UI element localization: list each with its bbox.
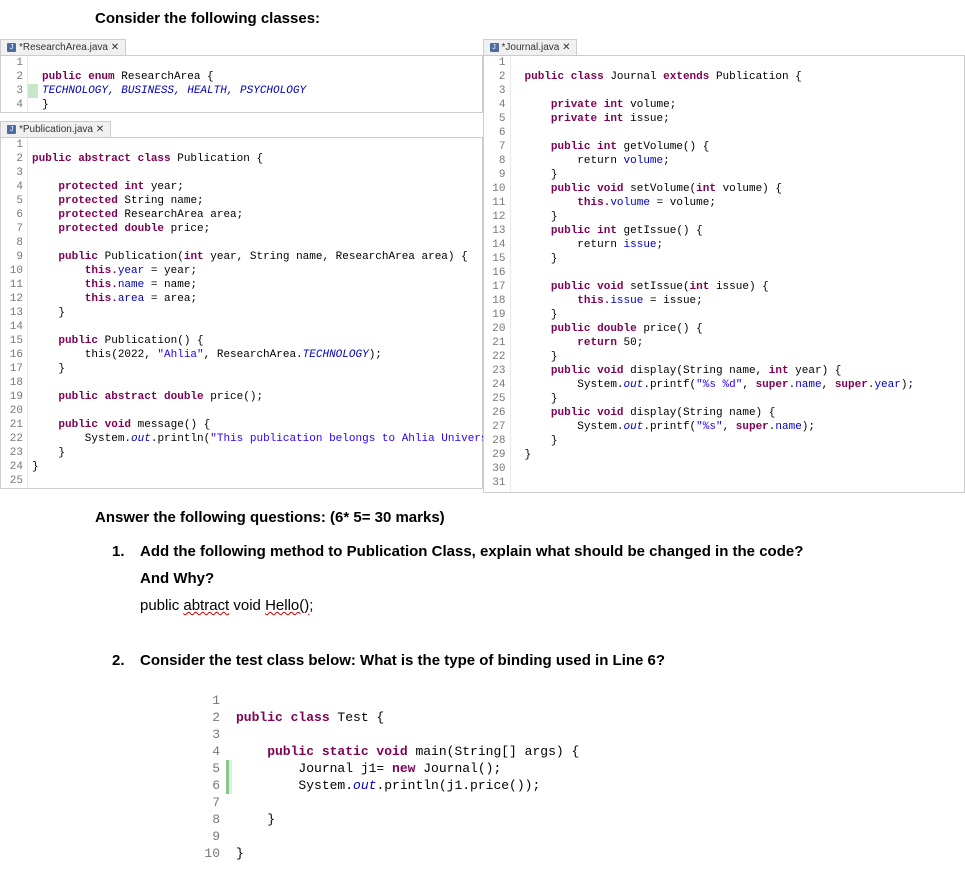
editor-publication[interactable]: 1234567891011121314151617181920212223242… — [0, 137, 483, 489]
tab-publication[interactable]: J*Publication.java ✕ — [0, 121, 111, 137]
tab-label: *Journal.java — [502, 42, 560, 53]
tab-journal[interactable]: J*Journal.java ✕ — [483, 39, 578, 55]
tab-researcharea[interactable]: J*ResearchArea.java ✕ — [0, 39, 126, 55]
test-code-snippet: 12345678910 public class Test { public s… — [200, 692, 915, 862]
java-file-icon: J — [7, 125, 16, 134]
tab-label: *Publication.java — [19, 124, 93, 135]
question-list: 1.Add the following method to Publicatio… — [0, 538, 965, 862]
question-1: 1.Add the following method to Publicatio… — [140, 538, 915, 619]
editor-journal[interactable]: 1234567891011121314151617181920212223242… — [483, 55, 965, 493]
tab-label: *ResearchArea.java — [19, 42, 108, 53]
page-heading: Consider the following classes: — [0, 0, 965, 37]
java-file-icon: J — [7, 43, 16, 52]
java-file-icon: J — [490, 43, 499, 52]
question-2: 2.Consider the test class below: What is… — [140, 647, 915, 862]
editor-row: J*ResearchArea.java ✕ 1234 public enum R… — [0, 37, 965, 493]
editor-researcharea[interactable]: 1234 public enum ResearchArea { TECHNOLO… — [0, 55, 483, 113]
answer-heading: Answer the following questions: (6* 5= 3… — [0, 493, 965, 538]
